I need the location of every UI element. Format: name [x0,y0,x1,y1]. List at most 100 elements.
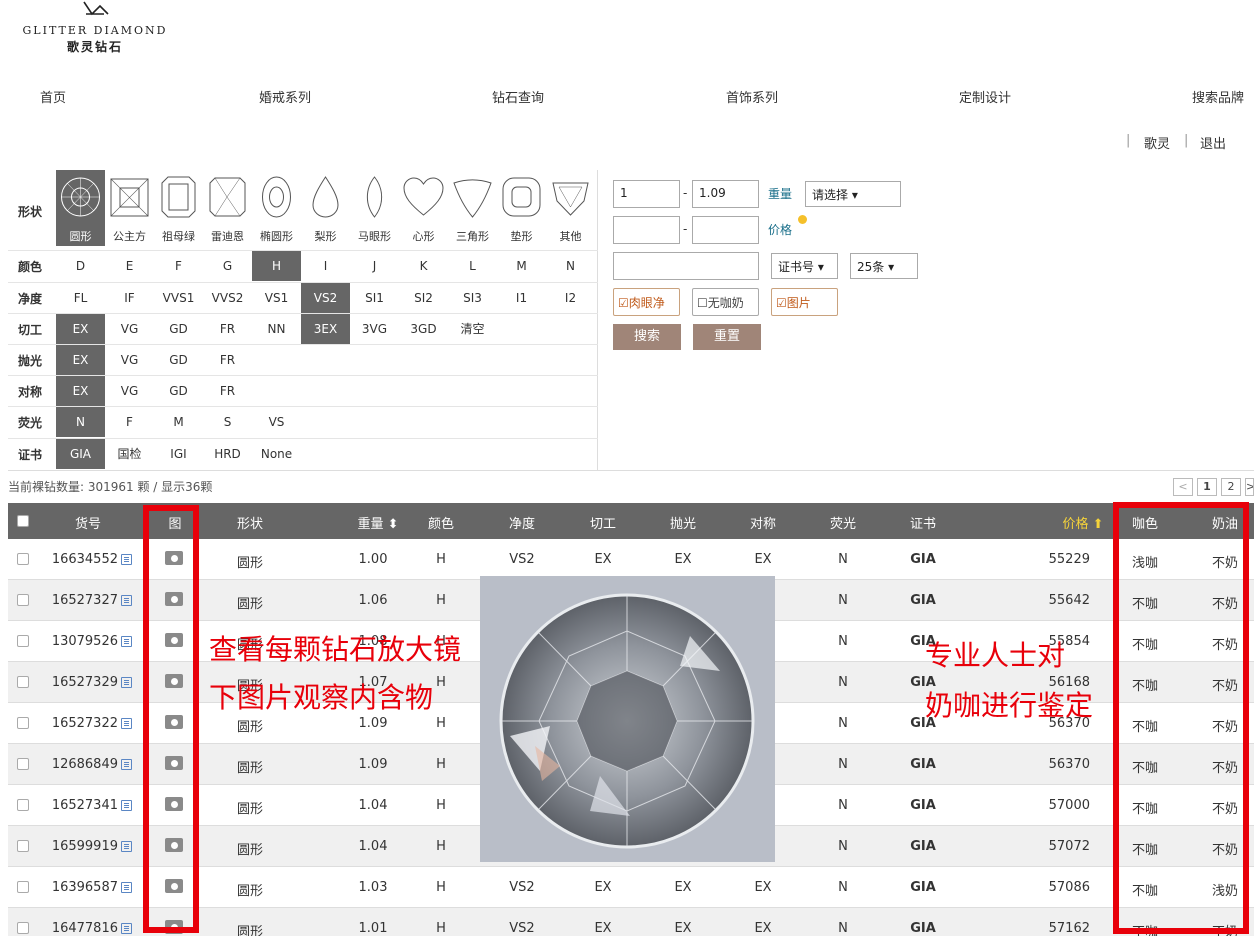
details-icon[interactable] [121,841,132,852]
symmetry-option[interactable]: VG [105,376,154,406]
cut-clear-option[interactable]: 清空 [448,314,497,344]
details-icon[interactable] [121,882,132,893]
shape-cushion[interactable]: 垫形 [497,170,546,246]
details-icon[interactable] [121,636,132,647]
pagination-page-1[interactable]: 1 [1197,478,1217,496]
shape-oval[interactable]: 椭圆形 [252,170,301,246]
cut-option[interactable]: VG [105,314,154,344]
symmetry-option[interactable]: GD [154,376,203,406]
weight-max-input[interactable]: 1.09 [692,180,759,208]
color-option[interactable]: K [399,251,448,281]
fluor-option[interactable]: VS [252,407,301,437]
weight-select[interactable]: 请选择 ▾ [805,181,901,207]
row-checkbox[interactable] [17,553,29,565]
row-checkbox[interactable] [17,881,29,893]
details-icon[interactable] [121,554,132,565]
details-icon[interactable] [121,800,132,811]
clarity-option-selected[interactable]: VS2 [301,283,350,313]
nav-diamond-search[interactable]: 钻石查询 [492,87,544,106]
price-max-input[interactable] [692,216,759,244]
color-option[interactable]: G [203,251,252,281]
clarity-option[interactable]: VS1 [252,283,301,313]
details-icon[interactable] [121,759,132,770]
polish-option-selected[interactable]: EX [56,345,105,375]
picture-checkbox[interactable]: ☑图片 [771,288,838,316]
color-option[interactable]: E [105,251,154,281]
clarity-option[interactable]: VVS2 [203,283,252,313]
shape-marquise[interactable]: 马眼形 [350,170,399,246]
color-option[interactable]: J [350,251,399,281]
polish-option[interactable]: FR [203,345,252,375]
clarity-option[interactable]: SI2 [399,283,448,313]
clarity-option[interactable]: I2 [546,283,595,313]
fluor-option[interactable]: M [154,407,203,437]
shape-other[interactable]: 其他 [546,170,595,246]
no-milk-checkbox[interactable]: ☐无咖奶 [692,288,759,316]
brand-logo[interactable]: GLITTER DIAMOND 歌灵钻石 [0,0,190,60]
cut-option-selected[interactable]: 3EX [301,314,350,344]
row-checkbox[interactable] [17,676,29,688]
fluor-option[interactable]: F [105,407,154,437]
nav-brand-search[interactable]: 搜索品牌 [1192,87,1244,106]
cut-option[interactable]: 3VG [350,314,399,344]
cert-option[interactable]: IGI [154,439,203,469]
color-option-selected[interactable]: H [252,251,301,281]
weight-min-input[interactable]: 1 [613,180,680,208]
details-icon[interactable] [121,595,132,606]
cut-option[interactable]: 3GD [399,314,448,344]
cut-option[interactable]: GD [154,314,203,344]
clarity-option[interactable]: I1 [497,283,546,313]
eye-clean-checkbox[interactable]: ☑肉眼净 [613,288,680,316]
clarity-option[interactable]: SI1 [350,283,399,313]
nav-home[interactable]: 首页 [40,87,66,106]
clarity-option[interactable]: SI3 [448,283,497,313]
color-option[interactable]: N [546,251,595,281]
clarity-option[interactable]: VVS1 [154,283,203,313]
page-size-select[interactable]: 25条 ▾ [850,253,918,279]
color-option[interactable]: D [56,251,105,281]
weight-sort-link[interactable]: 重量 [768,185,792,202]
color-option[interactable]: I [301,251,350,281]
cert-option[interactable]: HRD [203,439,252,469]
polish-option[interactable]: VG [105,345,154,375]
details-icon[interactable] [121,718,132,729]
symmetry-option-selected[interactable]: EX [56,376,105,406]
cut-option[interactable]: NN [252,314,301,344]
pagination-next[interactable]: > [1245,478,1254,496]
shape-triangle[interactable]: 三角形 [448,170,497,246]
select-all-checkbox[interactable] [17,515,29,527]
clarity-option[interactable]: FL [56,283,105,313]
shape-princess[interactable]: 公主方 [105,170,154,246]
cert-option[interactable]: 国检 [105,439,154,469]
cert-option-selected[interactable]: GIA [56,439,105,469]
reset-button[interactable]: 重置 [693,324,761,350]
fluor-option-selected[interactable]: N [56,407,105,437]
shape-emerald[interactable]: 祖母绿 [154,170,203,246]
shape-radiant[interactable]: 雷迪恩 [203,170,252,246]
details-icon[interactable] [121,923,132,934]
logout-link[interactable]: 退出 [1200,133,1226,152]
symmetry-option[interactable]: FR [203,376,252,406]
nav-jewelry[interactable]: 首饰系列 [726,87,778,106]
row-checkbox[interactable] [17,922,29,934]
nav-custom-design[interactable]: 定制设计 [959,87,1011,106]
certificate-type-select[interactable]: 证书号 ▾ [771,253,838,279]
shape-heart[interactable]: 心形 [399,170,448,246]
pagination-page-2[interactable]: 2 [1221,478,1241,496]
row-checkbox[interactable] [17,758,29,770]
cut-option-selected[interactable]: EX [56,314,105,344]
color-option[interactable]: M [497,251,546,281]
row-checkbox[interactable] [17,635,29,647]
pagination-prev[interactable]: < [1173,478,1193,496]
shape-pear[interactable]: 梨形 [301,170,350,246]
user-name-link[interactable]: 歌灵 [1144,133,1170,152]
color-option[interactable]: F [154,251,203,281]
row-checkbox[interactable] [17,594,29,606]
certificate-number-input[interactable] [613,252,759,280]
row-checkbox[interactable] [17,717,29,729]
search-button[interactable]: 搜索 [613,324,681,350]
shape-round[interactable]: 圆形 [56,170,105,246]
header-weight-sort[interactable]: 重量 ⬍ [353,513,403,532]
clarity-option[interactable]: IF [105,283,154,313]
color-option[interactable]: L [448,251,497,281]
